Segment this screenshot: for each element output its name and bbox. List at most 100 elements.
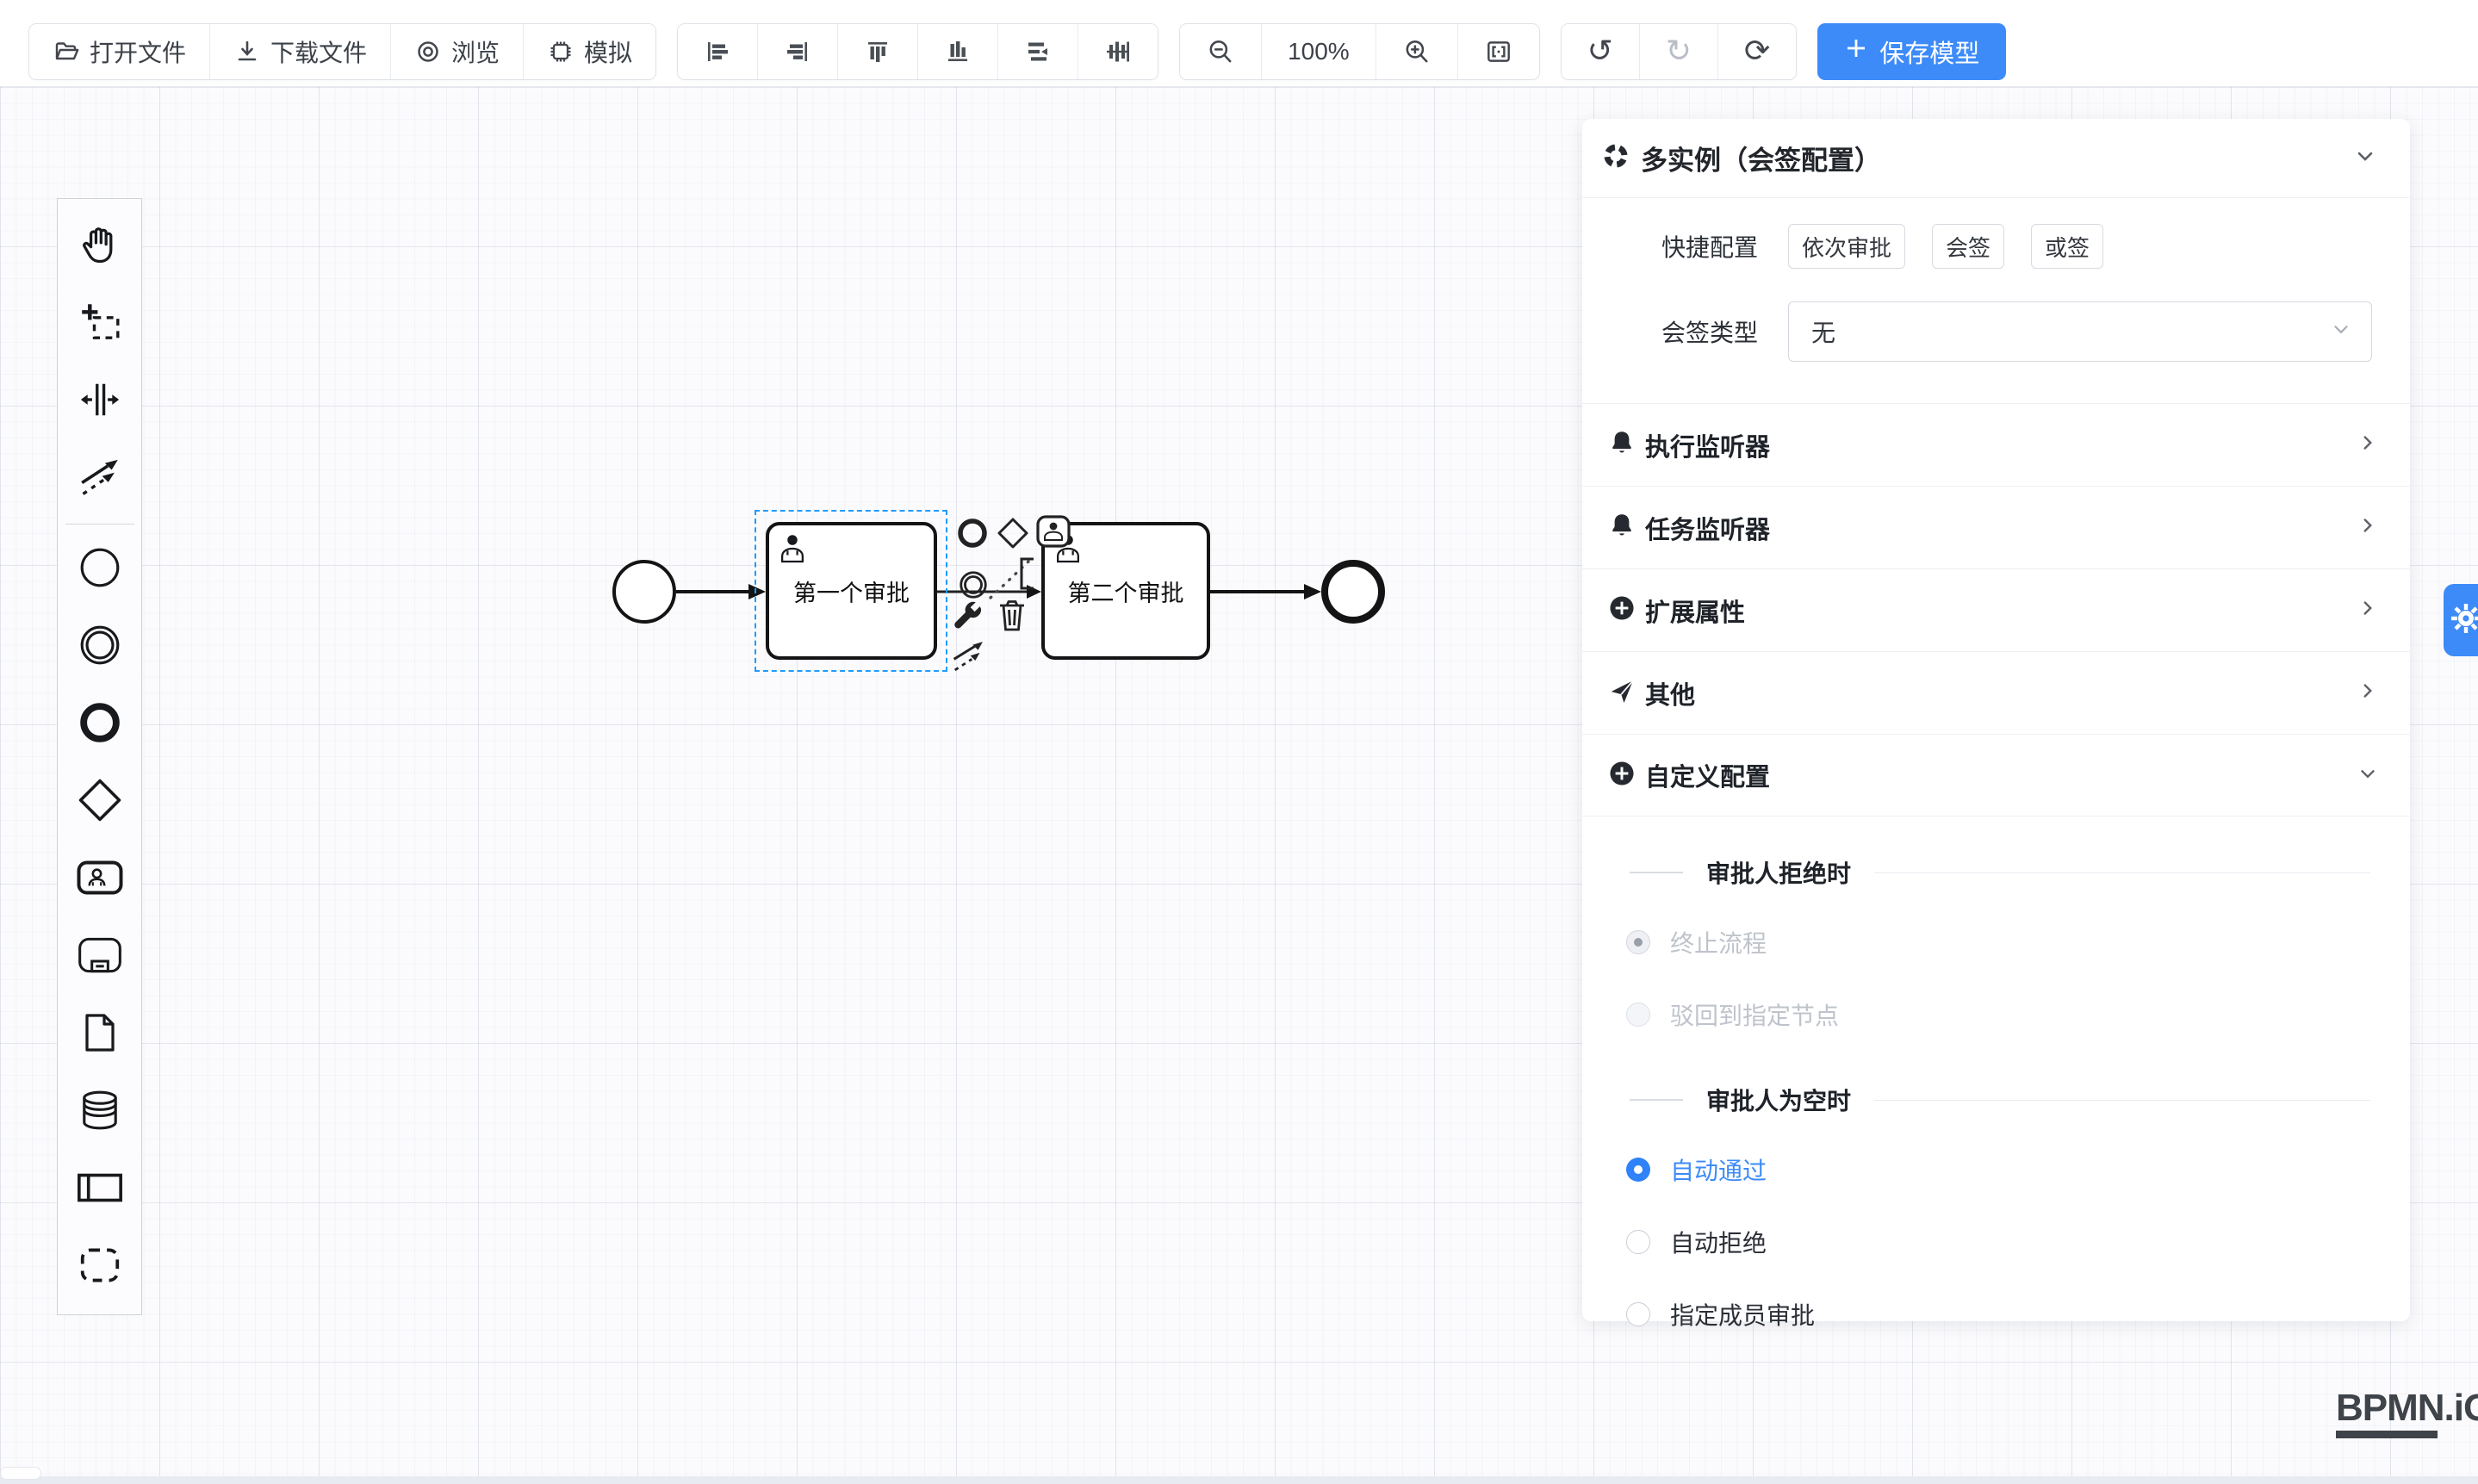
palette-data-store[interactable]	[58, 1073, 142, 1151]
quick-config-options: 依次审批 会签 或签	[1788, 224, 2103, 269]
change-type-button[interactable]	[951, 599, 987, 639]
task-label: 第一个审批	[793, 574, 910, 608]
section-other[interactable]: 其他	[1582, 651, 2410, 734]
panel-header[interactable]: 多实例（会签配置）	[1582, 119, 2410, 198]
file-button-group: 打开文件 下载文件 浏览 模拟	[28, 23, 656, 80]
quick-config-row: 快捷配置 依次审批 会签 或签	[1582, 222, 2410, 270]
zoom-level-value: 100%	[1288, 38, 1350, 65]
append-user-task-icon	[1035, 538, 1071, 553]
bpmn-io-watermark: BPMN.iO	[2336, 1387, 2478, 1438]
lasso-tool-icon	[78, 300, 122, 349]
append-end-event-button[interactable]	[955, 516, 990, 555]
append-user-task-button[interactable]	[1035, 513, 1071, 554]
end-event-node[interactable]	[1321, 560, 1385, 624]
undo-button[interactable]: ↺	[1562, 24, 1640, 79]
section-extended-properties[interactable]: 扩展属性	[1582, 568, 2410, 651]
palette-participant-pool[interactable]	[58, 1151, 142, 1228]
simulate-label: 模拟	[584, 34, 632, 69]
radio-button[interactable]	[1626, 1302, 1650, 1326]
hand-tool-icon	[78, 222, 122, 271]
quick-option-countersign-button[interactable]: 会签	[1932, 224, 2004, 269]
browse-button[interactable]: 浏览	[391, 24, 524, 79]
sign-type-value: 无	[1811, 314, 2330, 349]
zoom-in-button[interactable]	[1376, 24, 1458, 79]
quick-option-orsign-button[interactable]: 或签	[2031, 224, 2103, 269]
horizontal-scrollbar-track[interactable]	[0, 1476, 2478, 1484]
wrench-icon	[951, 624, 987, 638]
palette-group[interactable]	[58, 1228, 142, 1306]
connect-tool-button[interactable]	[950, 637, 990, 681]
quick-option-sequential-button[interactable]: 依次审批	[1788, 224, 1905, 269]
global-connect-tool[interactable]	[58, 440, 142, 518]
delete-button[interactable]	[995, 596, 1029, 638]
quick-config-label: 快捷配置	[1608, 229, 1758, 264]
open-file-button[interactable]: 打开文件	[29, 24, 210, 79]
save-model-button[interactable]: 保存模型	[1817, 23, 2006, 80]
align-left-button[interactable]	[678, 24, 758, 79]
horizontal-scrollbar-thumb[interactable]	[0, 1467, 41, 1480]
sign-type-select[interactable]: 无	[1788, 301, 2372, 362]
palette-gateway[interactable]	[58, 763, 142, 841]
radio-label: 终止流程	[1670, 925, 1767, 959]
fit-viewport-button[interactable]	[1458, 24, 1539, 79]
data-object-icon	[78, 1011, 121, 1059]
section-custom-config[interactable]: 自定义配置	[1582, 734, 2410, 817]
align-bottom-button[interactable]	[918, 24, 998, 79]
hand-tool[interactable]	[58, 208, 142, 285]
palette-end-event[interactable]	[58, 686, 142, 763]
align-right-button[interactable]	[758, 24, 838, 79]
chevron-right-icon	[2357, 514, 2379, 541]
group-icon	[77, 1242, 123, 1293]
section-task-listener[interactable]: 任务监听器	[1582, 486, 2410, 568]
align-center-horizontal-button[interactable]	[998, 24, 1078, 79]
palette-data-object[interactable]	[58, 996, 142, 1073]
save-model-label: 保存模型	[1879, 34, 1979, 70]
palette-subprocess[interactable]	[58, 918, 142, 996]
palette-intermediate-event[interactable]	[58, 608, 142, 686]
radio-label: 自动通过	[1670, 1152, 1767, 1187]
simulate-button[interactable]: 模拟	[524, 24, 655, 79]
chevron-down-icon[interactable]	[2353, 144, 2377, 172]
reset-button[interactable]: ⟳	[1718, 24, 1796, 79]
align-left-icon	[704, 38, 731, 65]
top-toolbar: 打开文件 下载文件 浏览 模拟	[28, 23, 2006, 80]
download-file-button[interactable]: 下载文件	[210, 24, 391, 79]
lasso-tool[interactable]	[58, 285, 142, 363]
redo-button[interactable]: ↻	[1640, 24, 1718, 79]
radio-button	[1626, 930, 1650, 954]
text-annotation-icon	[1015, 581, 1040, 595]
zoom-in-icon	[1402, 37, 1432, 66]
space-tool-icon	[78, 377, 122, 426]
append-gateway-button[interactable]	[996, 516, 1030, 555]
radio-return-to-node: 驳回到指定节点	[1582, 996, 2410, 1034]
radio-auto-pass[interactable]: 自动通过	[1582, 1151, 2410, 1189]
distribute-vertical-button[interactable]	[1078, 24, 1158, 79]
data-store-icon	[78, 1088, 122, 1137]
radio-button[interactable]	[1626, 1158, 1650, 1182]
space-tool[interactable]	[58, 363, 142, 440]
start-event-node[interactable]	[612, 560, 676, 624]
append-text-annotation-button[interactable]	[1015, 556, 1040, 596]
section-label: 任务监听器	[1645, 510, 2347, 546]
bpmn-io-logo-text: BPMN.iO	[2336, 1387, 2478, 1430]
task-node-first[interactable]: 第一个审批	[766, 522, 937, 660]
section-execution-listener[interactable]: 执行监听器	[1582, 403, 2410, 486]
section-label: 执行监听器	[1645, 427, 2347, 463]
palette-user-task[interactable]	[58, 841, 142, 918]
align-top-button[interactable]	[838, 24, 918, 79]
chevron-right-icon	[2357, 597, 2379, 624]
align-bottom-icon	[944, 38, 972, 65]
gateway-icon	[76, 776, 124, 829]
panel-title: 多实例（会签配置）	[1641, 139, 2343, 177]
gear-icon	[2449, 601, 2478, 640]
download-icon	[233, 38, 261, 65]
radio-auto-reject[interactable]: 自动拒绝	[1582, 1223, 2410, 1261]
radio-assign-member[interactable]: 指定成员审批	[1582, 1295, 2410, 1333]
settings-tab[interactable]	[2444, 584, 2478, 656]
radio-button	[1626, 1003, 1650, 1027]
intermediate-event-icon	[78, 623, 122, 672]
palette-start-event[interactable]	[58, 531, 142, 608]
folder-open-icon	[53, 38, 80, 65]
radio-button[interactable]	[1626, 1230, 1650, 1254]
zoom-out-button[interactable]	[1180, 24, 1262, 79]
